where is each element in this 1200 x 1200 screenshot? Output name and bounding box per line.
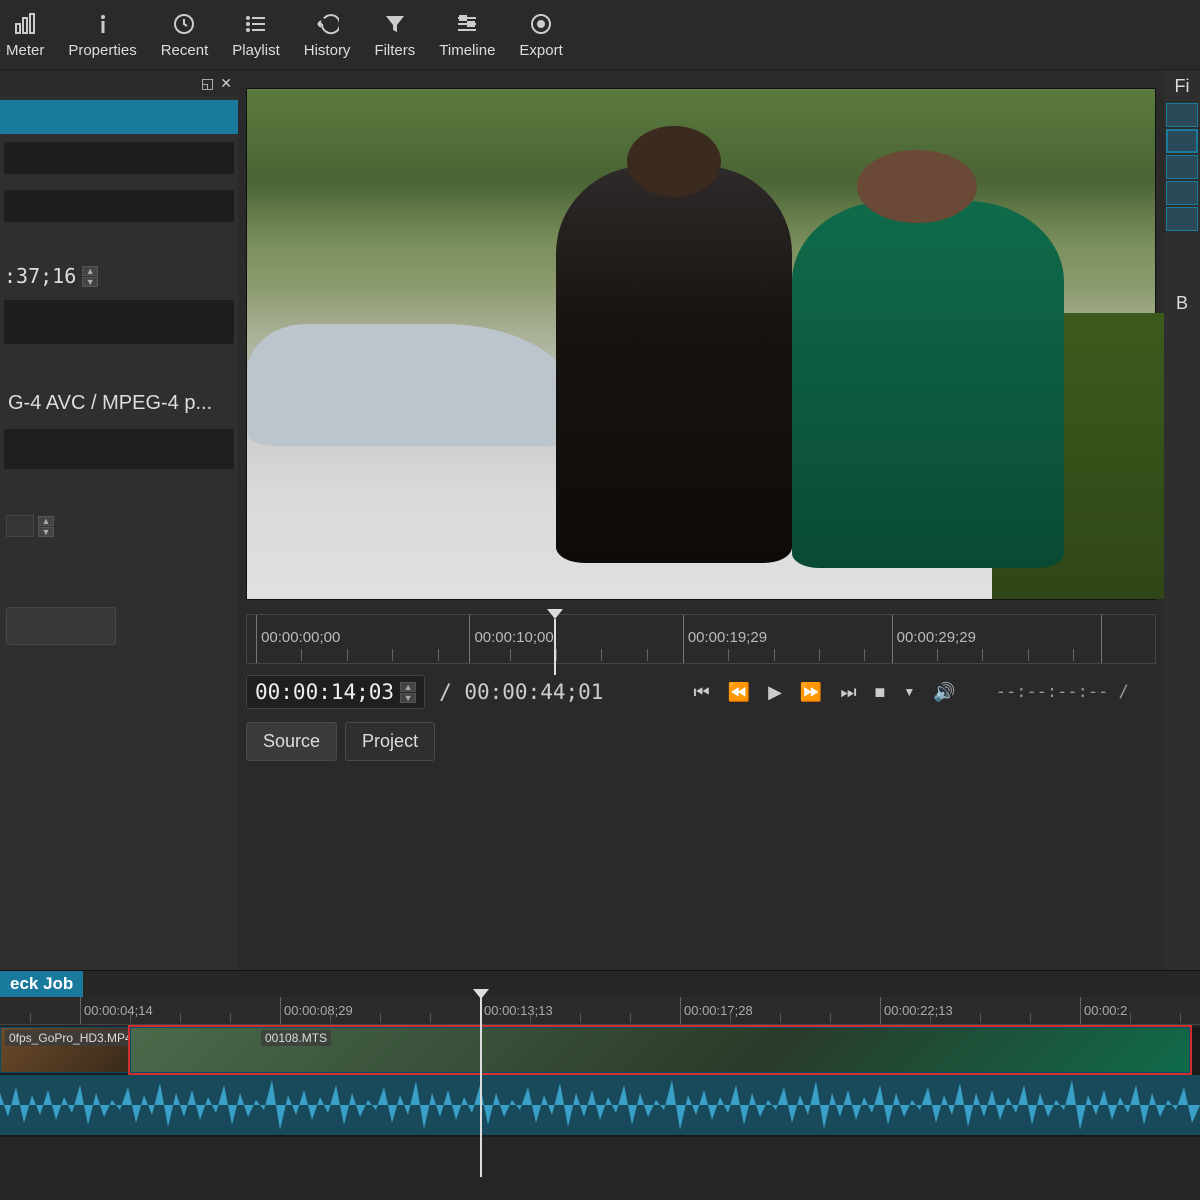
property-field[interactable] xyxy=(4,190,234,222)
property-field[interactable] xyxy=(4,429,234,469)
history-icon xyxy=(313,10,341,38)
toolbar-label: Filters xyxy=(374,42,415,59)
skip-end-icon[interactable]: ⏭ xyxy=(840,682,856,703)
timeline-header: eck Job xyxy=(0,971,1200,997)
tl-mark: 00:00:04;14 xyxy=(80,997,153,1024)
info-icon xyxy=(89,10,117,38)
panel-label-b: B xyxy=(1176,293,1188,314)
skip-start-icon[interactable]: ⏮ xyxy=(693,682,709,703)
filter-thumb[interactable] xyxy=(1166,103,1198,127)
codec-label: G-4 AVC / MPEG-4 p... xyxy=(4,392,234,415)
duration-field: :37;16 ▲▼ xyxy=(0,260,238,292)
undock-icon[interactable]: ◱ xyxy=(201,75,214,92)
toolbar-history[interactable]: History xyxy=(304,10,351,59)
timeline-ruler[interactable]: 00:00:04;14 00:00:08;29 00:00:13;13 00:0… xyxy=(0,997,1200,1025)
timeline-panel: eck Job 00:00:04;14 00:00:08;29 00:00:13… xyxy=(0,970,1200,1200)
playback-controls: ⏮ ⏪ ▶ ⏩ ⏭ ■ ▼ 🔊 xyxy=(693,682,955,703)
toolbar-export[interactable]: Export xyxy=(519,10,562,59)
ruler-mark: 00:00:00;00 xyxy=(261,629,340,646)
toolbar-properties[interactable]: Properties xyxy=(68,10,136,59)
disc-icon xyxy=(527,10,555,38)
duration-value: :37;16 xyxy=(4,264,76,288)
tl-mark: 00:00:08;29 xyxy=(280,997,353,1024)
action-button[interactable] xyxy=(6,607,116,645)
property-field[interactable] xyxy=(4,300,234,344)
filter-thumb[interactable] xyxy=(1166,207,1198,231)
filter-thumb[interactable] xyxy=(1166,129,1198,153)
toolbar-meter[interactable]: Meter xyxy=(6,10,44,59)
volume-icon[interactable]: 🔊 xyxy=(933,682,955,703)
audio-waveform[interactable] xyxy=(0,1075,1200,1135)
toolbar-label: Recent xyxy=(161,42,209,59)
timeline-clip[interactable]: 0fps_GoPro_HD3.MP4 xyxy=(0,1027,130,1073)
preview-time-ruler[interactable]: 00:00:00;00 00:00:10;00 00:00:19;29 00:0… xyxy=(246,614,1156,664)
main-toolbar: Meter Properties Recent Playlist History… xyxy=(0,0,1200,70)
ruler-mark: 00:00:29;29 xyxy=(897,629,976,646)
tab-project[interactable]: Project xyxy=(345,722,435,761)
preview-area: 00:00:00;00 00:00:10;00 00:00:19;29 00:0… xyxy=(238,70,1164,970)
panel-label: Fi xyxy=(1175,76,1190,97)
toolbar-filters[interactable]: Filters xyxy=(374,10,415,59)
toolbar-label: Properties xyxy=(68,42,136,59)
panel-title-bar xyxy=(0,100,238,134)
toolbar-timeline[interactable]: Timeline xyxy=(439,10,495,59)
ruler-mark: 00:00:10;00 xyxy=(474,629,553,646)
timeline-icon xyxy=(453,10,481,38)
rewind-icon[interactable]: ⏪ xyxy=(728,682,750,703)
toolbar-label: Timeline xyxy=(439,42,495,59)
list-icon xyxy=(242,10,270,38)
toolbar-recent[interactable]: Recent xyxy=(161,10,209,59)
toolbar-label: Meter xyxy=(6,42,44,59)
play-icon[interactable]: ▶ xyxy=(768,682,782,703)
ruler-mark: 00:00:19;29 xyxy=(688,629,767,646)
preview-playhead[interactable] xyxy=(547,609,563,619)
fast-forward-icon[interactable]: ⏩ xyxy=(800,682,822,703)
video-track[interactable]: 0fps_GoPro_HD3.MP4 00108.MTS xyxy=(0,1027,1200,1137)
funnel-icon xyxy=(381,10,409,38)
tab-source[interactable]: Source xyxy=(246,722,337,761)
numeric-spinner[interactable]: ▲▼ xyxy=(6,515,232,537)
properties-panel: ◱ ✕ :37;16 ▲▼ G-4 AVC / MPEG-4 p... ▲▼ xyxy=(0,70,238,970)
timeline-playhead[interactable] xyxy=(480,997,482,1177)
duration-spinner[interactable]: ▲▼ xyxy=(82,266,98,287)
meter-icon xyxy=(11,10,39,38)
in-out-timecode: --:--:--:-- / xyxy=(996,682,1129,702)
property-field[interactable] xyxy=(4,142,234,174)
panel-header: ◱ ✕ xyxy=(0,70,238,96)
video-preview[interactable] xyxy=(246,88,1156,600)
clock-icon xyxy=(170,10,198,38)
total-duration: / 00:00:44;01 xyxy=(439,680,603,704)
close-icon[interactable]: ✕ xyxy=(220,75,232,92)
timeline-clip[interactable]: 00108.MTS xyxy=(130,1027,1190,1073)
toolbar-label: Export xyxy=(519,42,562,59)
tl-mark: 00:00:13;13 xyxy=(480,997,553,1024)
toolbar-playlist[interactable]: Playlist xyxy=(232,10,280,59)
job-tab[interactable]: eck Job xyxy=(0,970,83,998)
filter-thumb[interactable] xyxy=(1166,155,1198,179)
filter-thumb[interactable] xyxy=(1166,181,1198,205)
tl-mark: 00:00:22;13 xyxy=(880,997,953,1024)
toolbar-label: History xyxy=(304,42,351,59)
right-panel: Fi B xyxy=(1164,70,1200,970)
tc-spinner[interactable]: ▲▼ xyxy=(400,682,416,703)
transport-bar: 00:00:14;03 ▲▼ / 00:00:44;01 ⏮ ⏪ ▶ ⏩ ⏭ ■… xyxy=(246,674,1156,710)
toolbar-label: Playlist xyxy=(232,42,280,59)
chevron-down-icon[interactable]: ▼ xyxy=(903,685,915,699)
tl-mark: 00:00:2 xyxy=(1080,997,1127,1024)
tl-mark: 00:00:17;28 xyxy=(680,997,753,1024)
preview-tabs: Source Project xyxy=(246,722,1156,761)
current-timecode[interactable]: 00:00:14;03 ▲▼ xyxy=(246,675,425,709)
stop-icon[interactable]: ■ xyxy=(875,682,886,703)
